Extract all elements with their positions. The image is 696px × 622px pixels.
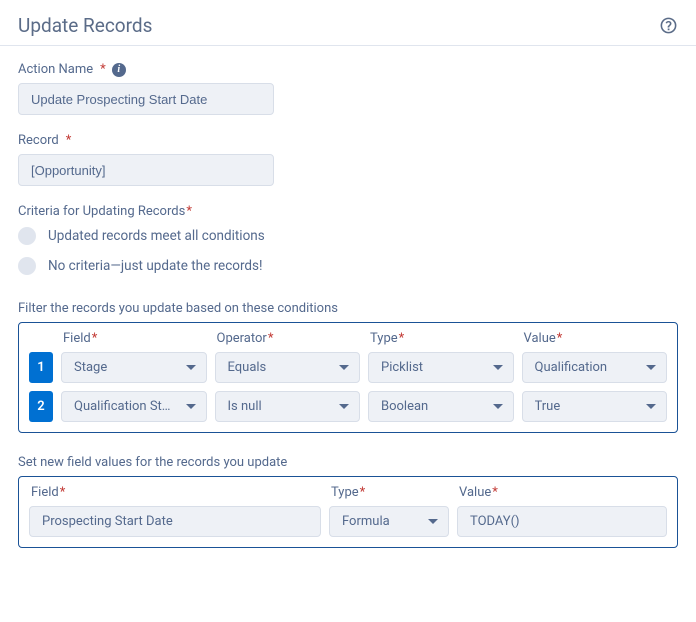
filter-field-value: Qualification Start ... bbox=[74, 399, 178, 414]
chevron-down-icon bbox=[339, 404, 349, 409]
required-marker: * bbox=[92, 331, 98, 346]
filter-conditions-box: Field* Operator* Type* Value* 1 Stage Eq… bbox=[18, 322, 678, 433]
filter-value-select[interactable]: Qualification bbox=[522, 352, 668, 383]
filter-type-value: Boolean bbox=[381, 399, 428, 414]
filter-header-row: Field* Operator* Type* Value* bbox=[29, 331, 667, 346]
chevron-down-icon bbox=[186, 404, 196, 409]
record-group: Record * bbox=[18, 133, 678, 186]
set-row: Prospecting Start Date Formula TODAY() bbox=[29, 506, 667, 537]
chevron-down-icon bbox=[646, 404, 656, 409]
filter-field-select[interactable]: Qualification Start ... bbox=[61, 391, 207, 422]
criteria-option-none[interactable]: No criteria—just update the records! bbox=[18, 257, 678, 275]
panel-header: Update Records bbox=[0, 0, 696, 46]
required-marker: * bbox=[100, 62, 106, 77]
chevron-down-icon bbox=[428, 519, 438, 524]
filter-row: 2 Qualification Start ... Is null Boolea… bbox=[29, 391, 667, 422]
row-number-badge: 2 bbox=[29, 391, 53, 422]
set-header-type: Type bbox=[331, 485, 359, 500]
action-name-label: Action Name bbox=[18, 62, 93, 77]
criteria-option-none-label: No criteria—just update the records! bbox=[48, 258, 262, 274]
criteria-radio-group: Updated records meet all conditions No c… bbox=[18, 227, 678, 275]
set-value-value: TODAY() bbox=[470, 514, 520, 529]
info-icon[interactable]: i bbox=[112, 63, 126, 77]
criteria-option-all[interactable]: Updated records meet all conditions bbox=[18, 227, 678, 245]
set-header-row: Field* Type* Value* bbox=[29, 485, 667, 500]
set-type-value: Formula bbox=[342, 514, 390, 529]
filter-type-select[interactable]: Boolean bbox=[368, 391, 514, 422]
chevron-down-icon bbox=[186, 365, 196, 370]
filter-operator-value: Equals bbox=[228, 360, 267, 375]
required-marker: * bbox=[557, 331, 563, 346]
filter-header-type: Type bbox=[370, 331, 398, 346]
filter-type-select[interactable]: Picklist bbox=[368, 352, 514, 383]
filter-header-value: Value bbox=[524, 331, 556, 346]
chevron-down-icon bbox=[646, 365, 656, 370]
required-marker: * bbox=[66, 133, 72, 148]
filter-value-value: Qualification bbox=[535, 360, 608, 375]
criteria-option-all-label: Updated records meet all conditions bbox=[48, 228, 265, 244]
set-header-value: Value bbox=[459, 485, 491, 500]
filter-value-select[interactable]: True bbox=[522, 391, 668, 422]
record-label-row: Record * bbox=[18, 133, 678, 148]
set-header-field: Field bbox=[31, 485, 59, 500]
chevron-down-icon bbox=[493, 404, 503, 409]
filter-type-value: Picklist bbox=[381, 360, 423, 375]
row-number-badge: 1 bbox=[29, 352, 53, 383]
record-input[interactable] bbox=[18, 154, 274, 186]
filter-operator-select[interactable]: Is null bbox=[215, 391, 361, 422]
panel-content: Action Name * i Record * Criteria for Upda… bbox=[0, 46, 696, 566]
help-icon[interactable] bbox=[658, 16, 678, 36]
set-values-box: Field* Type* Value* Prospecting Start Da… bbox=[18, 476, 678, 548]
set-value-display[interactable]: TODAY() bbox=[457, 506, 667, 537]
set-values-title: Set new field values for the records you… bbox=[18, 455, 678, 470]
filter-operator-select[interactable]: Equals bbox=[215, 352, 361, 383]
chevron-down-icon bbox=[339, 365, 349, 370]
set-type-select[interactable]: Formula bbox=[329, 506, 449, 537]
required-marker: * bbox=[186, 204, 192, 219]
filter-title: Filter the records you update based on t… bbox=[18, 301, 678, 316]
set-field-value: Prospecting Start Date bbox=[42, 514, 173, 529]
chevron-down-icon bbox=[493, 365, 503, 370]
action-name-group: Action Name * i bbox=[18, 62, 678, 115]
filter-field-select[interactable]: Stage bbox=[61, 352, 207, 383]
required-marker: * bbox=[360, 485, 366, 500]
required-marker: * bbox=[268, 331, 274, 346]
criteria-label: Criteria for Updating Records bbox=[18, 204, 185, 219]
panel-title: Update Records bbox=[18, 14, 152, 37]
required-marker: * bbox=[60, 485, 66, 500]
action-name-input[interactable] bbox=[18, 83, 274, 115]
radio-icon bbox=[18, 227, 36, 245]
filter-header-operator: Operator bbox=[217, 331, 267, 346]
filter-value-value: True bbox=[535, 399, 561, 414]
set-field-display[interactable]: Prospecting Start Date bbox=[29, 506, 321, 537]
filter-row: 1 Stage Equals Picklist Qualification bbox=[29, 352, 667, 383]
filter-operator-value: Is null bbox=[228, 399, 262, 414]
record-label: Record bbox=[18, 133, 59, 148]
criteria-label-row: Criteria for Updating Records* bbox=[18, 204, 678, 219]
required-marker: * bbox=[492, 485, 498, 500]
filter-header-field: Field bbox=[63, 331, 91, 346]
action-name-label-row: Action Name * i bbox=[18, 62, 678, 77]
required-marker: * bbox=[399, 331, 405, 346]
filter-field-value: Stage bbox=[74, 360, 107, 375]
radio-icon bbox=[18, 257, 36, 275]
